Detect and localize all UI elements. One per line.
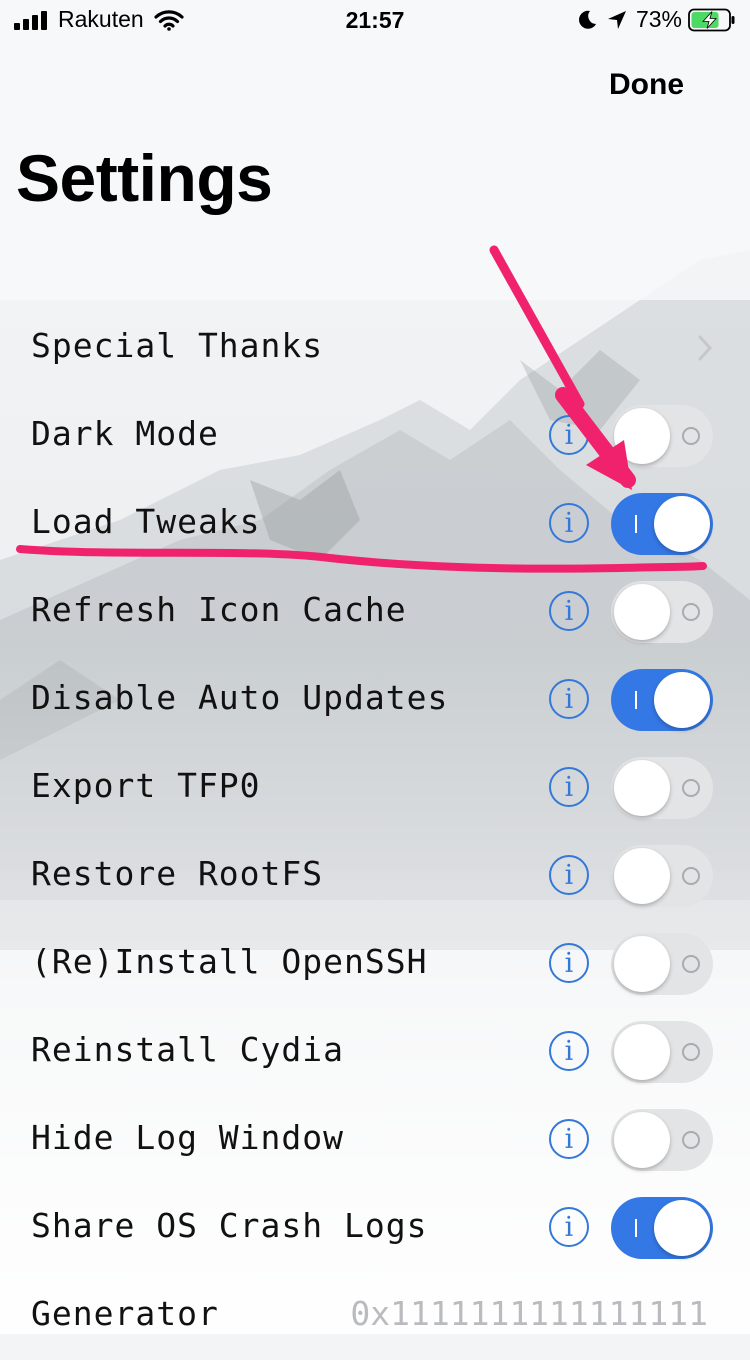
setting-label: Reinstall Cydia	[31, 1030, 345, 1069]
settings-row-export-tfp0: Export TFP0 i	[0, 744, 750, 832]
settings-row-re-install-openssh: (Re)Install OpenSSH i	[0, 920, 750, 1008]
toggle-knob	[614, 408, 670, 464]
toggle-off-mark	[682, 867, 700, 885]
toggle-restore-rootfs[interactable]	[611, 845, 713, 907]
setting-label: Load Tweaks	[31, 502, 261, 541]
info-icon[interactable]: i	[549, 1119, 589, 1159]
toggle-off-mark	[682, 1043, 700, 1061]
toggle-on-mark	[635, 515, 637, 533]
info-icon[interactable]: i	[549, 943, 589, 983]
toggle-off-mark	[682, 1131, 700, 1149]
toggle-knob	[614, 936, 670, 992]
toggle-re-install-openssh[interactable]	[611, 933, 713, 995]
toggle-knob	[614, 1112, 670, 1168]
settings-row-dark-mode: Dark Mode i	[0, 392, 750, 480]
toggle-knob	[614, 1024, 670, 1080]
setting-label: Special Thanks	[31, 326, 324, 365]
status-bar: Rakuten 21:57 73%	[0, 0, 750, 42]
toggle-refresh-icon-cache[interactable]	[611, 581, 713, 643]
setting-label: (Re)Install OpenSSH	[31, 942, 428, 981]
moon-icon	[579, 10, 596, 29]
settings-row-generator: Generator 0x1111111111111111	[0, 1272, 750, 1360]
setting-label: Disable Auto Updates	[31, 678, 449, 717]
toggle-disable-auto-updates[interactable]	[611, 669, 713, 731]
settings-row-restore-rootfs: Restore RootFS i	[0, 832, 750, 920]
battery-percent: 73%	[635, 6, 682, 32]
toggle-load-tweaks[interactable]	[611, 493, 713, 555]
status-right: 73%	[576, 6, 736, 33]
setting-label: Export TFP0	[31, 766, 261, 805]
chevron-right-icon	[698, 335, 713, 361]
info-icon[interactable]: i	[549, 1207, 589, 1247]
battery-charging-icon	[688, 8, 735, 31]
info-icon[interactable]: i	[549, 855, 589, 895]
toggle-export-tfp0[interactable]	[611, 757, 713, 819]
setting-label: Hide Log Window	[31, 1118, 345, 1157]
toggle-knob	[614, 584, 670, 640]
toggle-dark-mode[interactable]	[611, 405, 713, 467]
toggle-knob	[654, 496, 710, 552]
toggle-on-mark	[635, 1219, 637, 1237]
page-title: Settings	[16, 141, 273, 215]
setting-label: Share OS Crash Logs	[31, 1206, 428, 1245]
toggle-knob	[614, 848, 670, 904]
toggle-off-mark	[682, 427, 700, 445]
setting-label: Dark Mode	[31, 414, 219, 453]
toggle-off-mark	[682, 955, 700, 973]
settings-row-reinstall-cydia: Reinstall Cydia i	[0, 1008, 750, 1096]
info-icon[interactable]: i	[549, 503, 589, 543]
info-icon[interactable]: i	[549, 1031, 589, 1071]
setting-value[interactable]: 0x1111111111111111	[350, 1294, 708, 1333]
info-icon[interactable]: i	[549, 591, 589, 631]
toggle-knob	[614, 760, 670, 816]
toggle-knob	[654, 1200, 710, 1256]
toggle-reinstall-cydia[interactable]	[611, 1021, 713, 1083]
toggle-off-mark	[682, 779, 700, 797]
toggle-share-os-crash-logs[interactable]	[611, 1197, 713, 1259]
settings-row-hide-log-window: Hide Log Window i	[0, 1096, 750, 1184]
setting-label: Refresh Icon Cache	[31, 590, 407, 629]
setting-label: Generator	[31, 1294, 219, 1333]
settings-row-share-os-crash-logs: Share OS Crash Logs i	[0, 1184, 750, 1272]
done-button[interactable]: Done	[609, 68, 684, 102]
location-icon	[607, 10, 626, 29]
toggle-hide-log-window[interactable]	[611, 1109, 713, 1171]
settings-list: Special Thanks Dark Mode i Load Tweaks i Refr…	[0, 304, 750, 1360]
settings-row-refresh-icon-cache: Refresh Icon Cache i	[0, 568, 750, 656]
settings-row-disable-auto-updates: Disable Auto Updates i	[0, 656, 750, 744]
toggle-knob	[654, 672, 710, 728]
info-icon[interactable]: i	[549, 679, 589, 719]
settings-row-special-thanks[interactable]: Special Thanks	[0, 304, 750, 392]
settings-row-load-tweaks: Load Tweaks i	[0, 480, 750, 568]
info-icon[interactable]: i	[549, 767, 589, 807]
toggle-on-mark	[635, 691, 637, 709]
setting-label: Restore RootFS	[31, 854, 324, 893]
info-icon[interactable]: i	[549, 415, 589, 455]
toggle-off-mark	[682, 603, 700, 621]
